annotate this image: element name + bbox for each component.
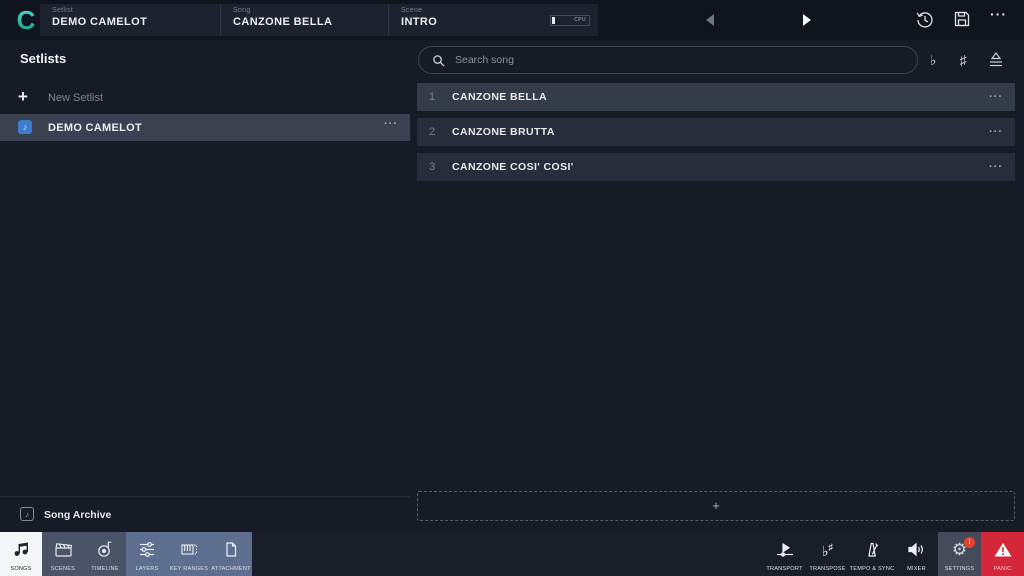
plus-icon: + [18,87,28,107]
search-input[interactable] [455,54,875,66]
tab-label: SETTINGS [945,566,975,572]
search-icon [432,54,445,67]
tab-label: TEMPO & SYNC [850,566,895,572]
tab-tempo-sync[interactable]: TEMPO & SYNC [849,532,895,576]
tab-label: LAYERS [136,566,159,572]
tab-label: KEY RANGES [170,566,208,572]
song-archive-label: Song Archive [44,509,111,521]
tab-settings[interactable]: ⚙ ! SETTINGS [938,532,981,576]
song-options-icon[interactable]: ··· [989,126,1003,138]
tab-label: TRANSPORT [766,566,802,572]
scene-label: Scene [401,7,528,14]
setlists-sidebar: Setlists + New Setlist ♪ DEMO CAMELOT ··… [0,40,410,532]
tab-transport[interactable]: TRANSPORT [763,532,806,576]
sidebar-title: Setlists [20,51,66,66]
tab-songs[interactable]: SONGS [0,532,42,576]
scenes-icon [42,532,84,566]
song-search[interactable] [418,46,918,74]
song-archive-icon: ♪ [20,507,34,521]
tab-label: MIXER [907,566,926,572]
sharp-filter-icon[interactable]: ♯ [951,48,975,72]
song-row[interactable]: 1 CANZONE BELLA ··· [417,83,1015,111]
current-song-display[interactable]: Song CANZONE BELLA [220,4,388,36]
song-value: CANZONE BELLA [233,16,388,28]
overflow-menu-icon[interactable]: ··· [990,6,1010,26]
cpu-meter: CPU [550,15,590,26]
layers-sliders-icon [126,532,168,566]
transpose-icon: ♭♯ [806,532,849,566]
song-archive-button[interactable]: ♪ Song Archive [0,496,410,532]
song-label: Song [233,7,388,14]
save-icon[interactable] [953,10,973,30]
timeline-icon [84,532,126,566]
tab-timeline[interactable]: TIMELINE [84,532,126,576]
song-row[interactable]: 2 CANZONE BRUTTA ··· [417,118,1015,146]
tab-mixer[interactable]: MIXER [895,532,938,576]
next-arrow-icon[interactable] [798,11,816,29]
tab-layers[interactable]: LAYERS [126,532,168,576]
song-number: 1 [417,91,443,103]
tab-label: TRANSPOSE [809,566,845,572]
song-options-icon[interactable]: ··· [989,91,1003,103]
previous-arrow-icon[interactable] [701,11,719,29]
transport-icon [763,532,806,566]
panic-warning-icon [981,532,1024,566]
new-setlist-button[interactable]: + New Setlist [0,84,410,112]
tab-label: PANIC [994,566,1012,572]
tab-label: SONGS [10,566,31,572]
tab-label: ATTACHMENT [211,566,250,572]
tab-label: TIMELINE [91,566,118,572]
current-setlist-display[interactable]: Setlist DEMO CAMELOT [40,4,220,36]
settings-notification-badge: ! [964,537,975,548]
song-row[interactable]: 3 CANZONE COSI' COSI' ··· [417,153,1015,181]
bottom-toolbar: SONGS SCENES TIMELINE [0,532,1024,576]
tab-panic[interactable]: PANIC [981,532,1024,576]
cpu-meter-fill [552,17,555,24]
control-tabs: TRANSPORT ♭♯ TRANSPOSE TEMPO & SYNC [763,532,1024,576]
tab-scenes[interactable]: SCENES [42,532,84,576]
setlist-item-label: DEMO CAMELOT [48,122,142,134]
new-setlist-label: New Setlist [48,92,103,104]
top-bar: C Setlist DEMO CAMELOT Song CANZONE BELL… [0,0,1024,40]
setlist-label: Setlist [52,7,220,14]
session-info-panel: Setlist DEMO CAMELOT Song CANZONE BELLA … [40,4,598,36]
song-title: CANZONE BRUTTA [452,126,989,138]
add-song-dropzone[interactable]: + [417,491,1015,521]
current-scene-display[interactable]: Scene INTRO [388,4,528,36]
song-number: 3 [417,161,443,173]
gear-icon: ⚙ [938,532,981,566]
metronome-icon [849,532,895,566]
attachment-document-icon [210,532,252,566]
song-title: CANZONE BELLA [452,91,989,103]
song-list-panel: ♭ ♯ 1 CANZONE BELLA ··· 2 CANZONE BRUTTA… [410,40,1024,532]
setlist-item-demo-camelot[interactable]: ♪ DEMO CAMELOT ··· [0,114,410,141]
cpu-label: CPU [574,17,586,23]
song-number: 2 [417,126,443,138]
key-ranges-piano-icon [168,532,210,566]
song-options-icon[interactable]: ··· [989,161,1003,173]
songs-icon [0,532,42,566]
setlist-value: DEMO CAMELOT [52,16,220,28]
view-tabs: SONGS SCENES TIMELINE [0,532,252,576]
camelot-logo: C [12,6,40,34]
mixer-speaker-icon [895,532,938,566]
song-title: CANZONE COSI' COSI' [452,161,989,173]
setlist-note-icon: ♪ [18,120,32,134]
tab-transpose[interactable]: ♭♯ TRANSPOSE [806,532,849,576]
setlist-options-icon[interactable]: ··· [384,118,398,130]
tab-key-ranges[interactable]: KEY RANGES [168,532,210,576]
sort-icon[interactable] [986,51,1006,69]
scene-value: INTRO [401,16,528,28]
cpu-meter-wrap: CPU [528,4,598,36]
flat-filter-icon[interactable]: ♭ [921,48,945,72]
tab-label: SCENES [51,566,75,572]
history-icon[interactable] [915,10,935,30]
tab-attachment[interactable]: ATTACHMENT [210,532,252,576]
